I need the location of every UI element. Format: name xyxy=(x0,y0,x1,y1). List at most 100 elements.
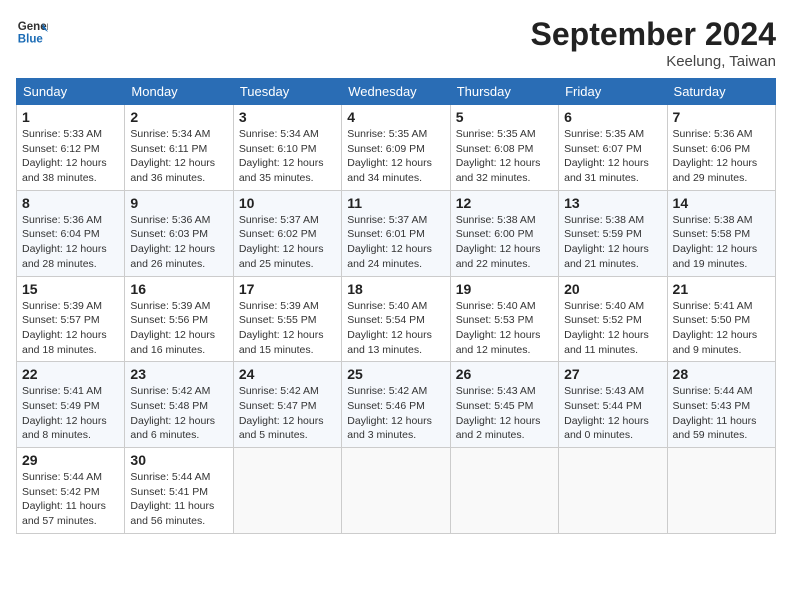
day-info: Sunrise: 5:43 AM Sunset: 5:44 PM Dayligh… xyxy=(564,384,661,443)
day-number: 28 xyxy=(673,366,770,382)
day-info: Sunrise: 5:35 AM Sunset: 6:08 PM Dayligh… xyxy=(456,127,553,186)
day-number: 24 xyxy=(239,366,336,382)
col-header-friday: Friday xyxy=(559,79,667,105)
day-number: 16 xyxy=(130,281,227,297)
day-number: 15 xyxy=(22,281,119,297)
calendar-cell: 25 Sunrise: 5:42 AM Sunset: 5:46 PM Dayl… xyxy=(342,362,450,448)
calendar-cell: 15 Sunrise: 5:39 AM Sunset: 5:57 PM Dayl… xyxy=(17,276,125,362)
day-number: 22 xyxy=(22,366,119,382)
day-info: Sunrise: 5:35 AM Sunset: 6:07 PM Dayligh… xyxy=(564,127,661,186)
day-number: 19 xyxy=(456,281,553,297)
calendar-cell: 22 Sunrise: 5:41 AM Sunset: 5:49 PM Dayl… xyxy=(17,362,125,448)
col-header-monday: Monday xyxy=(125,79,233,105)
day-info: Sunrise: 5:39 AM Sunset: 5:56 PM Dayligh… xyxy=(130,299,227,358)
calendar-cell: 5 Sunrise: 5:35 AM Sunset: 6:08 PM Dayli… xyxy=(450,105,558,191)
calendar-week-row: 8 Sunrise: 5:36 AM Sunset: 6:04 PM Dayli… xyxy=(17,190,776,276)
calendar-table: SundayMondayTuesdayWednesdayThursdayFrid… xyxy=(16,78,776,534)
day-info: Sunrise: 5:36 AM Sunset: 6:03 PM Dayligh… xyxy=(130,213,227,272)
calendar-cell: 20 Sunrise: 5:40 AM Sunset: 5:52 PM Dayl… xyxy=(559,276,667,362)
day-info: Sunrise: 5:42 AM Sunset: 5:47 PM Dayligh… xyxy=(239,384,336,443)
day-info: Sunrise: 5:44 AM Sunset: 5:41 PM Dayligh… xyxy=(130,470,227,529)
calendar-cell: 11 Sunrise: 5:37 AM Sunset: 6:01 PM Dayl… xyxy=(342,190,450,276)
day-number: 14 xyxy=(673,195,770,211)
day-info: Sunrise: 5:34 AM Sunset: 6:11 PM Dayligh… xyxy=(130,127,227,186)
day-info: Sunrise: 5:39 AM Sunset: 5:55 PM Dayligh… xyxy=(239,299,336,358)
day-info: Sunrise: 5:40 AM Sunset: 5:54 PM Dayligh… xyxy=(347,299,444,358)
calendar-week-row: 22 Sunrise: 5:41 AM Sunset: 5:49 PM Dayl… xyxy=(17,362,776,448)
day-number: 2 xyxy=(130,109,227,125)
day-number: 5 xyxy=(456,109,553,125)
day-number: 26 xyxy=(456,366,553,382)
day-info: Sunrise: 5:34 AM Sunset: 6:10 PM Dayligh… xyxy=(239,127,336,186)
day-info: Sunrise: 5:36 AM Sunset: 6:06 PM Dayligh… xyxy=(673,127,770,186)
day-number: 9 xyxy=(130,195,227,211)
calendar-cell: 16 Sunrise: 5:39 AM Sunset: 5:56 PM Dayl… xyxy=(125,276,233,362)
calendar-cell: 30 Sunrise: 5:44 AM Sunset: 5:41 PM Dayl… xyxy=(125,448,233,534)
day-number: 11 xyxy=(347,195,444,211)
day-info: Sunrise: 5:44 AM Sunset: 5:42 PM Dayligh… xyxy=(22,470,119,529)
day-number: 13 xyxy=(564,195,661,211)
day-number: 21 xyxy=(673,281,770,297)
calendar-cell: 17 Sunrise: 5:39 AM Sunset: 5:55 PM Dayl… xyxy=(233,276,341,362)
day-number: 23 xyxy=(130,366,227,382)
logo-icon: General Blue xyxy=(16,16,48,48)
day-number: 3 xyxy=(239,109,336,125)
calendar-cell: 23 Sunrise: 5:42 AM Sunset: 5:48 PM Dayl… xyxy=(125,362,233,448)
day-info: Sunrise: 5:40 AM Sunset: 5:52 PM Dayligh… xyxy=(564,299,661,358)
day-number: 17 xyxy=(239,281,336,297)
calendar-week-row: 1 Sunrise: 5:33 AM Sunset: 6:12 PM Dayli… xyxy=(17,105,776,191)
calendar-cell: 19 Sunrise: 5:40 AM Sunset: 5:53 PM Dayl… xyxy=(450,276,558,362)
day-number: 20 xyxy=(564,281,661,297)
day-number: 4 xyxy=(347,109,444,125)
calendar-cell xyxy=(342,448,450,534)
calendar-cell: 13 Sunrise: 5:38 AM Sunset: 5:59 PM Dayl… xyxy=(559,190,667,276)
col-header-thursday: Thursday xyxy=(450,79,558,105)
calendar-cell: 26 Sunrise: 5:43 AM Sunset: 5:45 PM Dayl… xyxy=(450,362,558,448)
day-number: 6 xyxy=(564,109,661,125)
logo: General Blue xyxy=(16,16,48,48)
col-header-saturday: Saturday xyxy=(667,79,775,105)
month-title: September 2024 xyxy=(531,16,776,53)
day-info: Sunrise: 5:36 AM Sunset: 6:04 PM Dayligh… xyxy=(22,213,119,272)
day-info: Sunrise: 5:42 AM Sunset: 5:46 PM Dayligh… xyxy=(347,384,444,443)
day-info: Sunrise: 5:43 AM Sunset: 5:45 PM Dayligh… xyxy=(456,384,553,443)
calendar-cell: 14 Sunrise: 5:38 AM Sunset: 5:58 PM Dayl… xyxy=(667,190,775,276)
calendar-cell: 29 Sunrise: 5:44 AM Sunset: 5:42 PM Dayl… xyxy=(17,448,125,534)
calendar-cell: 3 Sunrise: 5:34 AM Sunset: 6:10 PM Dayli… xyxy=(233,105,341,191)
calendar-cell xyxy=(667,448,775,534)
day-number: 30 xyxy=(130,452,227,468)
day-number: 8 xyxy=(22,195,119,211)
calendar-cell: 21 Sunrise: 5:41 AM Sunset: 5:50 PM Dayl… xyxy=(667,276,775,362)
day-number: 27 xyxy=(564,366,661,382)
day-info: Sunrise: 5:39 AM Sunset: 5:57 PM Dayligh… xyxy=(22,299,119,358)
day-number: 29 xyxy=(22,452,119,468)
day-info: Sunrise: 5:42 AM Sunset: 5:48 PM Dayligh… xyxy=(130,384,227,443)
day-info: Sunrise: 5:35 AM Sunset: 6:09 PM Dayligh… xyxy=(347,127,444,186)
calendar-cell: 8 Sunrise: 5:36 AM Sunset: 6:04 PM Dayli… xyxy=(17,190,125,276)
col-header-wednesday: Wednesday xyxy=(342,79,450,105)
calendar-cell: 2 Sunrise: 5:34 AM Sunset: 6:11 PM Dayli… xyxy=(125,105,233,191)
day-info: Sunrise: 5:38 AM Sunset: 5:59 PM Dayligh… xyxy=(564,213,661,272)
day-info: Sunrise: 5:38 AM Sunset: 6:00 PM Dayligh… xyxy=(456,213,553,272)
svg-text:Blue: Blue xyxy=(18,34,44,46)
day-info: Sunrise: 5:44 AM Sunset: 5:43 PM Dayligh… xyxy=(673,384,770,443)
day-info: Sunrise: 5:41 AM Sunset: 5:50 PM Dayligh… xyxy=(673,299,770,358)
location: Keelung, Taiwan xyxy=(531,53,776,70)
day-info: Sunrise: 5:38 AM Sunset: 5:58 PM Dayligh… xyxy=(673,213,770,272)
day-info: Sunrise: 5:37 AM Sunset: 6:02 PM Dayligh… xyxy=(239,213,336,272)
day-number: 1 xyxy=(22,109,119,125)
day-number: 7 xyxy=(673,109,770,125)
page-header: General Blue September 2024 Keelung, Tai… xyxy=(16,16,776,70)
calendar-cell xyxy=(559,448,667,534)
calendar-cell xyxy=(450,448,558,534)
calendar-cell: 28 Sunrise: 5:44 AM Sunset: 5:43 PM Dayl… xyxy=(667,362,775,448)
day-info: Sunrise: 5:41 AM Sunset: 5:49 PM Dayligh… xyxy=(22,384,119,443)
calendar-cell: 24 Sunrise: 5:42 AM Sunset: 5:47 PM Dayl… xyxy=(233,362,341,448)
day-info: Sunrise: 5:40 AM Sunset: 5:53 PM Dayligh… xyxy=(456,299,553,358)
calendar-week-row: 15 Sunrise: 5:39 AM Sunset: 5:57 PM Dayl… xyxy=(17,276,776,362)
day-number: 12 xyxy=(456,195,553,211)
calendar-cell: 27 Sunrise: 5:43 AM Sunset: 5:44 PM Dayl… xyxy=(559,362,667,448)
title-area: September 2024 Keelung, Taiwan xyxy=(531,16,776,70)
calendar-cell: 4 Sunrise: 5:35 AM Sunset: 6:09 PM Dayli… xyxy=(342,105,450,191)
day-number: 10 xyxy=(239,195,336,211)
